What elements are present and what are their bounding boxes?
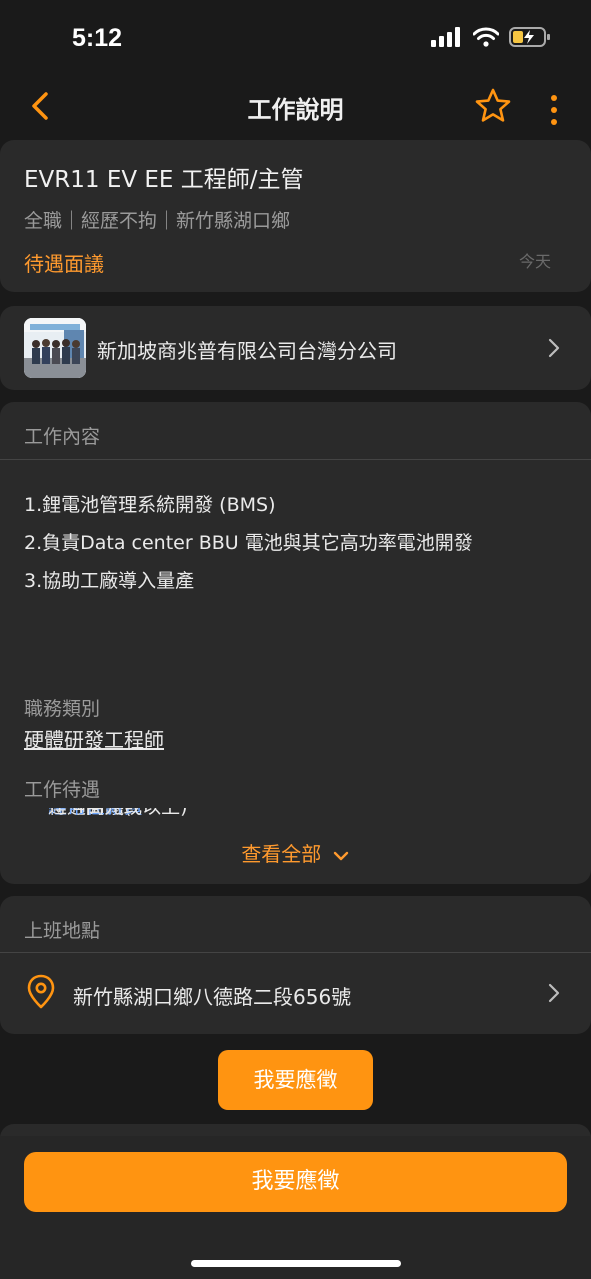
salary-label: 工作待遇	[24, 779, 101, 801]
description-line: 1.鋰電池管理系統開發 (BMS)	[24, 494, 276, 516]
nav-bar: 工作說明	[0, 78, 591, 134]
job-meta: 全職｜經歷不拘｜新竹縣湖口鄉	[24, 210, 291, 232]
location-pin-icon	[27, 974, 55, 1009]
divider	[0, 952, 591, 953]
location-address: 新竹縣湖口鄉八德路二段656號	[73, 985, 352, 1009]
location-card: 上班地點 新竹縣湖口鄉八德路二段656號	[0, 896, 591, 1034]
more-options-button[interactable]	[540, 86, 568, 126]
more-vertical-icon	[551, 95, 557, 125]
company-logo	[24, 318, 86, 378]
view-all-label: 查看全部	[241, 842, 322, 866]
signal-icon	[431, 27, 460, 47]
battery-charging-icon	[509, 27, 550, 47]
salary-detail-suffix: 達 4萬元或以上)	[48, 808, 188, 819]
company-row[interactable]: 新加坡商兆普有限公司台灣分公司	[0, 306, 591, 390]
status-bar: 5:12	[0, 0, 591, 78]
job-posted-date: 今天	[518, 252, 551, 271]
star-icon	[475, 88, 511, 122]
section-header-job-content: 工作內容	[24, 426, 101, 448]
chevron-right-icon	[548, 338, 560, 358]
bottom-action-bar: 我要應徵	[0, 1136, 591, 1279]
description-line: 3.協助工廠導入量產	[24, 570, 195, 592]
home-indicator	[191, 1260, 401, 1267]
apply-button-inline[interactable]: 我要應徵	[218, 1050, 373, 1110]
apply-button[interactable]: 我要應徵	[24, 1152, 567, 1212]
salary-detail-clipped: 待遇面議(經常性薪資達 4萬元或以上)	[0, 808, 591, 820]
status-time: 5:12	[72, 24, 123, 52]
view-all-button[interactable]: 查看全部	[0, 838, 591, 867]
description-line: 2.負責Data center BBU 電池與其它高功率電池開發	[24, 532, 473, 554]
divider	[0, 459, 591, 460]
status-icons	[431, 26, 551, 48]
favorite-button[interactable]	[473, 86, 513, 126]
location-row[interactable]: 新竹縣湖口鄉八德路二段656號	[0, 954, 591, 1034]
job-summary-card: EVR11 EV EE 工程師/主管 全職｜經歷不拘｜新竹縣湖口鄉 待遇面議 今…	[0, 140, 591, 292]
wifi-icon	[473, 27, 499, 47]
chevron-down-icon	[333, 851, 348, 860]
company-name: 新加坡商兆普有限公司台灣分公司	[97, 339, 397, 363]
job-salary: 待遇面議	[24, 252, 104, 276]
section-header-location: 上班地點	[24, 920, 101, 942]
job-category-link[interactable]: 硬體研發工程師	[24, 724, 164, 753]
chevron-right-icon	[548, 983, 560, 1003]
job-title: EVR11 EV EE 工程師/主管	[24, 167, 304, 193]
job-category-label: 職務類別	[24, 698, 101, 720]
